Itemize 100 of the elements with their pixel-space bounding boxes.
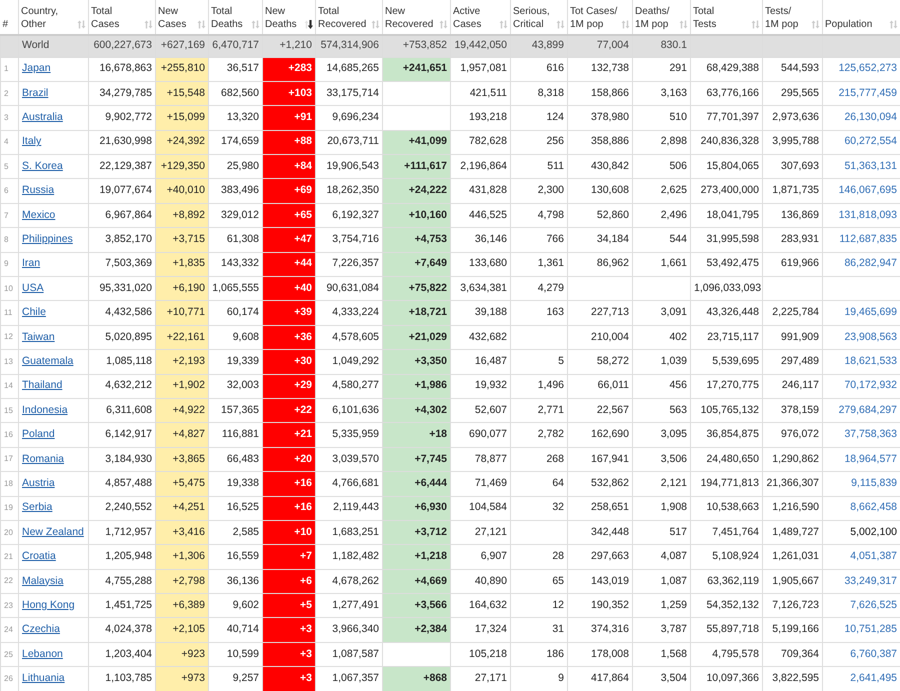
- table-cell: 3,787: [632, 618, 690, 642]
- row-number: 14: [0, 374, 18, 398]
- table-cell: +84: [262, 154, 316, 179]
- table-cell: 2,625: [632, 178, 690, 204]
- table-cell: +21: [262, 422, 316, 448]
- table-cell: +65: [262, 203, 316, 228]
- table-cell: 544: [632, 228, 690, 252]
- table-cell: 39,188: [450, 300, 510, 326]
- table-cell: 431,828: [450, 178, 510, 204]
- table-cell: 766: [510, 228, 568, 252]
- table-cell: 3,095: [632, 422, 690, 448]
- table-cell: 2,782: [510, 422, 568, 448]
- table-cell: +75,822: [382, 276, 450, 301]
- table-cell: +10: [262, 520, 316, 545]
- table-cell: 456: [632, 374, 690, 398]
- table-cell: 10,538,663: [690, 496, 762, 520]
- table-cell: +6,930: [382, 496, 450, 520]
- table-cell: +103: [262, 81, 316, 106]
- table-cell: +6: [262, 569, 316, 594]
- column-header[interactable]: Country, Other: [21, 5, 58, 31]
- column-header[interactable]: Total Deaths: [211, 5, 243, 31]
- column-header[interactable]: Population: [825, 18, 872, 31]
- table-cell: +24,222: [382, 178, 450, 204]
- table-cell: 2,225,784: [762, 300, 822, 326]
- table-cell: 5,199,166: [762, 618, 822, 642]
- table-cell: 378,980: [568, 106, 632, 130]
- table-cell: +29: [262, 374, 316, 398]
- country-link[interactable]: Iran: [22, 257, 40, 270]
- table-cell: +15,548: [156, 81, 208, 106]
- table-cell: +21,029: [382, 325, 450, 350]
- table-cell: 510: [632, 106, 690, 130]
- table-cell: +47: [262, 228, 316, 252]
- table-cell: +1,210: [262, 35, 316, 57]
- row-number: 24: [0, 618, 18, 642]
- column-header[interactable]: Total Recovered: [318, 5, 366, 31]
- table-cell: +44: [262, 252, 316, 277]
- table-cell: +4,302: [382, 398, 450, 423]
- column-header[interactable]: Tests/ 1M pop: [765, 5, 798, 31]
- table-cell: 43,899: [510, 35, 568, 57]
- country-link[interactable]: Brazil: [22, 86, 48, 99]
- table-cell: 246,117: [762, 374, 822, 398]
- table-cell: +8,892: [156, 203, 208, 228]
- table-cell: +4,922: [156, 398, 208, 423]
- table-cell: +5,475: [156, 472, 208, 496]
- table-cell: +3: [262, 642, 316, 667]
- table-cell: 43,326,448: [690, 300, 762, 326]
- table-cell: 1,496: [510, 374, 568, 398]
- table-cell: 193,218: [450, 106, 510, 130]
- table-cell: 162,690: [568, 422, 632, 448]
- table-cell: 690,077: [450, 422, 510, 448]
- country-link[interactable]: Italy: [22, 135, 42, 148]
- table-cell: 31,995,598: [690, 228, 762, 252]
- table-cell: 5,108,924: [690, 544, 762, 570]
- table-cell: 4,087: [632, 544, 690, 570]
- column-header[interactable]: Total Tests: [693, 5, 716, 31]
- table-cell: 66,011: [568, 374, 632, 398]
- table-cell: +923: [156, 642, 208, 667]
- row-number: 16: [0, 422, 18, 448]
- column-header[interactable]: Total Cases: [91, 5, 120, 31]
- table-cell: +7: [262, 544, 316, 570]
- table-cell: +40: [262, 276, 316, 301]
- table-cell: 194,771,813: [690, 472, 762, 496]
- table-cell: +22,161: [156, 325, 208, 350]
- table-cell: +16: [262, 496, 316, 520]
- column-header[interactable]: Deaths/ 1M pop: [635, 5, 670, 31]
- table-cell: 71,469: [450, 472, 510, 496]
- column-header[interactable]: New Cases: [158, 5, 186, 31]
- row-number: 3: [0, 106, 18, 130]
- column-header[interactable]: Active Cases: [453, 5, 482, 31]
- sort-icon[interactable]: [304, 20, 313, 29]
- table-cell: +69: [262, 178, 316, 204]
- table-cell: +30: [262, 350, 316, 374]
- column-header[interactable]: Tot Cases/ 1M pop: [570, 5, 618, 31]
- table-cell: +41,099: [382, 130, 450, 155]
- column-header[interactable]: #: [2, 18, 8, 31]
- table-cell: 297,663: [568, 544, 632, 570]
- table-cell: +3,566: [382, 594, 450, 618]
- table-cell: 5,539,695: [690, 350, 762, 374]
- column-header[interactable]: Serious, Critical: [513, 5, 550, 31]
- table-cell: +973: [156, 666, 208, 691]
- table-cell: +1,218: [382, 544, 450, 570]
- table-cell: 3,091: [632, 300, 690, 326]
- table-cell: 297,489: [762, 350, 822, 374]
- table-cell: +255,810: [156, 57, 208, 82]
- table-cell: 55,897,718: [690, 618, 762, 642]
- table-cell: +7,649: [382, 252, 450, 277]
- table-cell: 600,227,673: [88, 35, 156, 57]
- table-cell: +2,798: [156, 569, 208, 594]
- table-cell: 1,216,590: [762, 496, 822, 520]
- country-link[interactable]: USA: [22, 282, 44, 294]
- column-header[interactable]: New Deaths: [265, 5, 297, 31]
- table-cell: 32: [510, 496, 568, 520]
- table-cell: 58,272: [568, 350, 632, 374]
- table-cell: 17,324: [450, 618, 510, 642]
- table-cell: +40,010: [156, 178, 208, 204]
- row-number: 26: [0, 666, 18, 691]
- table-cell: 1,957,081: [450, 57, 510, 82]
- table-cell: 1,261,031: [762, 544, 822, 570]
- column-header[interactable]: New Recovered: [385, 5, 434, 31]
- country-link[interactable]: Chile: [22, 306, 46, 318]
